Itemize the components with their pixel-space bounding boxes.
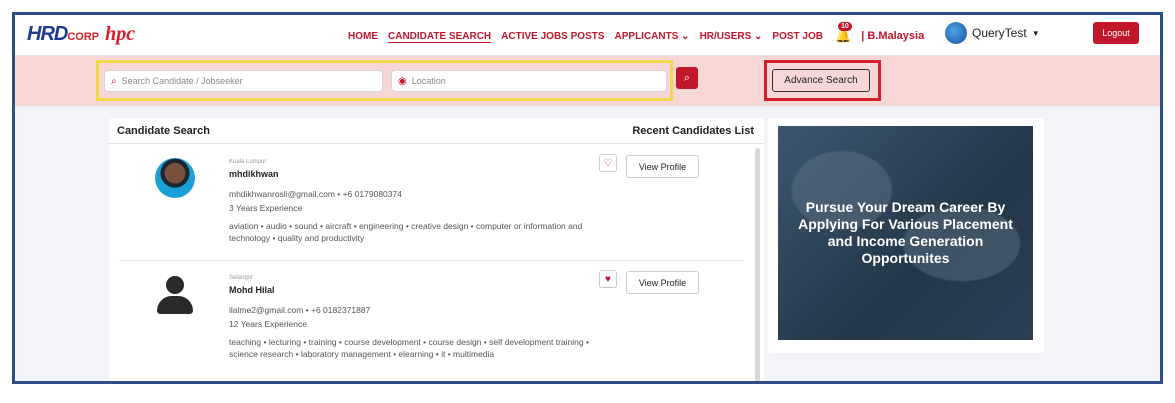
- candidate-experience: 3 Years Experience: [229, 203, 303, 213]
- candidate-experience: 12 Years Experience: [229, 319, 307, 329]
- search-button[interactable]: ⌕: [676, 67, 698, 89]
- main-menu: HOME CANDIDATE SEARCH ACTIVE JOBS POSTS …: [348, 22, 925, 44]
- candidate-info: Kuala Lumpur mhdikhwan mhdikhwanrosli@gm…: [229, 156, 589, 246]
- nav-post-job[interactable]: POST JOB: [772, 31, 823, 42]
- nav-candidate-search[interactable]: CANDIDATE SEARCH: [388, 31, 491, 42]
- nav-active-jobs-posts[interactable]: ACTIVE JOBS POSTS: [501, 31, 604, 42]
- advance-search-highlight-box: Advance Search: [764, 60, 881, 101]
- promo-banner[interactable]: Pursue Your Dream Career By Applying For…: [778, 126, 1033, 340]
- candidate-city: Kuala Lumpur: [229, 159, 267, 165]
- candidate-contact: mhdikhwanrosli@gmail.com • +6 0179080374: [229, 189, 402, 199]
- candidate-name: Mohd Hilal: [229, 285, 275, 295]
- user-menu[interactable]: QueryTest ▼: [945, 22, 1040, 44]
- advance-search-button[interactable]: Advance Search: [772, 69, 870, 92]
- app-frame: HRDCORP hpc HOME CANDIDATE SEARCH ACTIVE…: [12, 12, 1163, 384]
- candidate-skills: teaching • lecturing • training • course…: [229, 337, 589, 359]
- candidate-city: Selangor: [229, 275, 254, 281]
- promo-text: Pursue Your Dream Career By Applying For…: [798, 199, 1013, 266]
- search-icon: ⌕: [111, 75, 117, 87]
- location-placeholder: Location: [411, 76, 446, 86]
- avatar-body-shape: [157, 296, 193, 314]
- favorite-heart-outline-icon[interactable]: ♡: [599, 154, 617, 172]
- candidate-name: mhdikhwan: [229, 169, 279, 179]
- nav-home[interactable]: HOME: [348, 31, 378, 42]
- nav-applicants[interactable]: APPLICANTS ⌄: [615, 31, 690, 42]
- view-profile-button[interactable]: View Profile: [626, 155, 699, 178]
- hpc-logo: hpc: [105, 22, 136, 45]
- location-input[interactable]: ◉ Location: [391, 70, 667, 92]
- avatar-head-shape: [166, 276, 184, 294]
- search-highlight-box: ⌕ Search Candidate / Jobseeker ◉ Locatio…: [96, 60, 673, 101]
- caret-down-icon: ▼: [1031, 28, 1040, 38]
- search-button-icon: ⌕: [683, 71, 691, 84]
- top-nav: HRDCORP hpc HOME CANDIDATE SEARCH ACTIVE…: [15, 15, 1160, 56]
- candidate-info: Selangor Mohd Hilal ilalme2@gmail.com • …: [229, 272, 589, 362]
- logout-button[interactable]: Logout: [1093, 22, 1139, 44]
- panel-header: Candidate Search Recent Candidates List: [109, 118, 764, 144]
- view-profile-button[interactable]: View Profile: [626, 271, 699, 294]
- candidate-panel: Candidate Search Recent Candidates List …: [109, 118, 764, 381]
- candidate-contact: ilalme2@gmail.com • +6 0182371887: [229, 305, 371, 315]
- candidate-search-input[interactable]: ⌕ Search Candidate / Jobseeker: [104, 70, 383, 92]
- candidate-card: Selangor Mohd Hilal ilalme2@gmail.com • …: [119, 262, 744, 381]
- recent-candidates-link[interactable]: Recent Candidates List: [632, 125, 754, 137]
- search-band: ⌕ Search Candidate / Jobseeker ◉ Locatio…: [15, 56, 1160, 106]
- favorite-heart-filled-icon[interactable]: ♥: [599, 270, 617, 288]
- candidate-search-placeholder: Search Candidate / Jobseeker: [121, 76, 243, 86]
- user-avatar-icon: [945, 22, 967, 44]
- location-pin-icon: ◉: [398, 75, 407, 87]
- country-label: | B.Malaysia: [861, 30, 925, 42]
- candidate-skills: aviation • audio • sound • aircraft • en…: [229, 221, 583, 243]
- notification-bell-icon[interactable]: 🔔 10: [835, 22, 852, 44]
- default-user-avatar-icon: [155, 274, 195, 314]
- panel-title: Candidate Search: [117, 125, 210, 137]
- hrdcorp-logo-suffix: CORP: [67, 30, 100, 43]
- promo-card: Pursue Your Dream Career By Applying For…: [768, 118, 1044, 353]
- user-name: QueryTest: [972, 26, 1027, 40]
- hrdcorp-logo-text: HRD: [27, 22, 68, 45]
- candidate-card: Kuala Lumpur mhdikhwan mhdikhwanrosli@gm…: [119, 146, 744, 261]
- logo[interactable]: HRDCORP hpc: [27, 21, 135, 47]
- candidate-avatar: [155, 158, 195, 198]
- scrollbar[interactable]: [755, 148, 760, 381]
- nav-hr-users[interactable]: HR/USERS ⌄: [700, 31, 763, 42]
- notification-badge: 10: [838, 22, 852, 31]
- hrdcorp-logo: HRDCORP: [27, 23, 99, 46]
